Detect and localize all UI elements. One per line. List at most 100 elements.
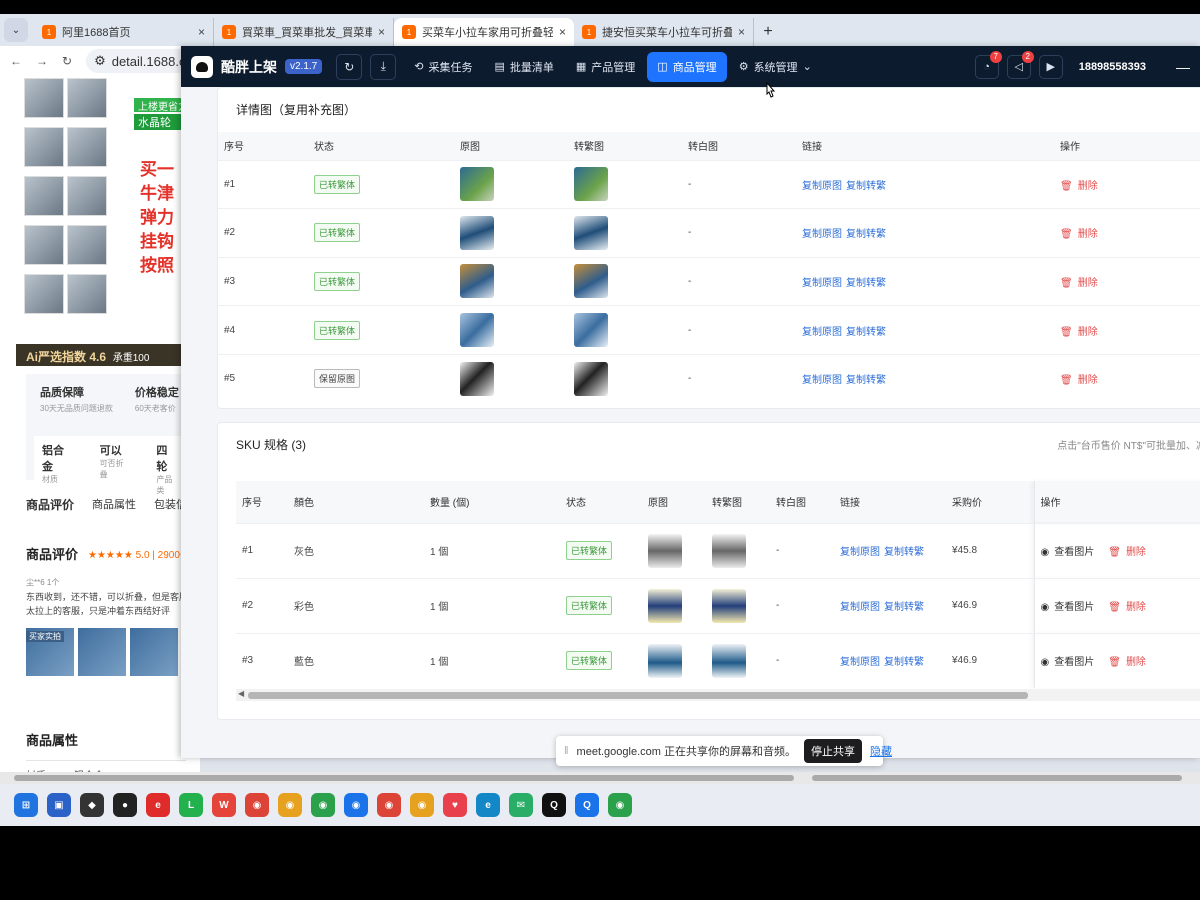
tab-search-dropdown[interactable]: ⌄ — [4, 18, 28, 42]
edge-icon[interactable]: e — [476, 793, 500, 817]
scroll-thumb[interactable] — [14, 775, 794, 781]
view-image-button[interactable]: ◉ 查看图片 — [1041, 657, 1095, 668]
reload-icon[interactable]: ↻ — [62, 54, 72, 68]
forward-icon[interactable]: → — [36, 54, 48, 68]
copy-original-link[interactable]: 复制原图 — [802, 278, 842, 289]
app-red-icon[interactable]: e — [146, 793, 170, 817]
delete-button[interactable]: 🗑 删除 — [1060, 229, 1098, 240]
tab-close-icon[interactable]: × — [738, 25, 745, 39]
delete-button[interactable]: 🗑 删除 — [1060, 375, 1098, 386]
copy-traditional-link[interactable]: 复制转繁 — [884, 602, 924, 613]
sku-horizontal-scrollbar[interactable]: ◀ — [236, 689, 1200, 701]
store-icon[interactable]: ▣ — [47, 793, 71, 817]
product-thumbnail[interactable] — [67, 127, 107, 167]
view-image-button[interactable]: ◉ 查看图片 — [1041, 547, 1095, 558]
chrome-icon-1[interactable]: ◉ — [245, 793, 269, 817]
original-image-thumbnail[interactable] — [460, 313, 494, 348]
wps-icon[interactable]: W — [212, 793, 236, 817]
copy-original-link[interactable]: 复制原图 — [802, 375, 842, 386]
original-image-thumbnail[interactable] — [460, 167, 494, 202]
chrome-icon-6[interactable]: ◉ — [410, 793, 434, 817]
app-cube-icon[interactable]: ◆ — [80, 793, 104, 817]
delete-button[interactable]: 🗑 删除 — [1060, 327, 1098, 338]
site-info-icon[interactable]: ⚙ — [94, 53, 106, 69]
qq-icon[interactable]: Q — [542, 793, 566, 817]
app-heart-icon[interactable]: ♥ — [443, 793, 467, 817]
original-image-thumbnail[interactable] — [648, 643, 682, 678]
traditional-image-thumbnail[interactable] — [574, 313, 608, 348]
copy-traditional-link[interactable]: 复制转繁 — [884, 547, 924, 558]
play-tutorial-button[interactable]: ▶ — [1038, 54, 1063, 79]
nav-item[interactable]: ◫ 商品管理 — [647, 51, 727, 82]
copy-traditional-link[interactable]: 复制转繁 — [846, 375, 886, 386]
product-thumbnail[interactable] — [24, 127, 64, 167]
download-button[interactable]: ⤓ — [370, 53, 397, 80]
user-phone[interactable]: 18898558393 — [1079, 61, 1146, 73]
traditional-image-thumbnail[interactable] — [712, 643, 746, 678]
browser-tab[interactable]: 1 捷安恒买菜车小拉车可折叠便携 × — [574, 18, 754, 46]
drag-handle-icon[interactable]: ‖ — [564, 745, 569, 757]
panda-icon[interactable]: ● — [113, 793, 137, 817]
tab-close-icon[interactable]: × — [378, 25, 385, 39]
original-image-thumbnail[interactable] — [648, 533, 682, 568]
refresh-button[interactable]: ↻ — [336, 53, 363, 80]
delete-button[interactable]: 🗑 删除 — [1060, 278, 1098, 289]
nav-item[interactable]: ⟲ 采集任务 — [404, 52, 482, 82]
copy-original-link[interactable]: 复制原图 — [802, 181, 842, 192]
tab-close-icon[interactable]: × — [559, 25, 566, 39]
chrome-icon-2[interactable]: ◉ — [278, 793, 302, 817]
traditional-image-thumbnail[interactable] — [712, 588, 746, 623]
traditional-image-thumbnail[interactable] — [712, 533, 746, 568]
original-image-thumbnail[interactable] — [460, 361, 494, 396]
copy-traditional-link[interactable]: 复制转繁 — [846, 181, 886, 192]
scroll-thumb[interactable] — [812, 775, 1182, 781]
review-image[interactable] — [130, 628, 178, 676]
browser-horizontal-scrollbar[interactable] — [0, 772, 1200, 784]
traditional-image-thumbnail[interactable] — [574, 167, 608, 202]
nav-item[interactable]: ⚙ 系统管理 ⌄ — [729, 52, 822, 82]
nav-item[interactable]: ▤ 批量清单 — [484, 52, 563, 82]
traditional-image-thumbnail[interactable] — [574, 264, 608, 299]
tab-attributes[interactable]: 商品属性 — [92, 496, 136, 513]
delete-button[interactable]: 🗑 删除 — [1060, 181, 1098, 192]
announcement-button[interactable]: ◁ 2 — [1006, 50, 1034, 79]
copy-traditional-link[interactable]: 复制转繁 — [846, 229, 886, 240]
copy-original-link[interactable]: 复制原图 — [802, 327, 842, 338]
delete-button[interactable]: 🗑 删除 — [1108, 602, 1146, 613]
minimize-button[interactable]: — — [1176, 59, 1190, 75]
stop-sharing-button[interactable]: 停止共享 — [803, 739, 862, 763]
chrome-icon-5[interactable]: ◉ — [377, 793, 401, 817]
hide-share-bar-link[interactable]: 隐藏 — [870, 743, 892, 759]
product-thumbnail[interactable] — [24, 225, 64, 265]
chrome-icon-7[interactable]: ◉ — [608, 793, 632, 817]
product-thumbnail[interactable] — [24, 78, 64, 118]
windows-start-icon[interactable]: ⊞ — [14, 793, 38, 817]
copy-traditional-link[interactable]: 复制转繁 — [846, 278, 886, 289]
product-thumbnail[interactable] — [24, 176, 64, 216]
view-image-button[interactable]: ◉ 查看图片 — [1041, 602, 1095, 613]
app-q-icon[interactable]: Q — [575, 793, 599, 817]
product-thumbnail[interactable] — [67, 78, 107, 118]
traditional-image-thumbnail[interactable] — [574, 215, 608, 250]
review-image[interactable]: 买家实拍 — [26, 628, 74, 676]
copy-original-link[interactable]: 复制原图 — [802, 229, 842, 240]
wechat-icon[interactable]: ✉ — [509, 793, 533, 817]
product-thumbnail[interactable] — [67, 274, 107, 314]
scroll-left-icon[interactable]: ◀ — [238, 689, 244, 698]
tab-reviews[interactable]: 商品评价 — [26, 496, 74, 513]
tab-close-icon[interactable]: × — [198, 25, 205, 39]
product-thumbnail[interactable] — [67, 225, 107, 265]
copy-original-link[interactable]: 复制原图 — [840, 547, 880, 558]
back-icon[interactable]: ← — [10, 54, 22, 68]
delete-button[interactable]: 🗑 删除 — [1108, 547, 1146, 558]
notification-button[interactable]: ◔ 7 — [974, 50, 1002, 79]
scroll-thumb[interactable] — [248, 692, 1028, 699]
nav-item[interactable]: ▦ 产品管理 — [566, 52, 645, 82]
review-image[interactable] — [78, 628, 126, 676]
delete-button[interactable]: 🗑 删除 — [1108, 657, 1146, 668]
line-icon[interactable]: L — [179, 793, 203, 817]
original-image-thumbnail[interactable] — [460, 215, 494, 250]
chrome-icon-3[interactable]: ◉ — [311, 793, 335, 817]
copy-traditional-link[interactable]: 复制转繁 — [846, 327, 886, 338]
browser-tab[interactable]: 1 買菜車_買菜車批发_買菜車供应 × — [214, 18, 394, 46]
